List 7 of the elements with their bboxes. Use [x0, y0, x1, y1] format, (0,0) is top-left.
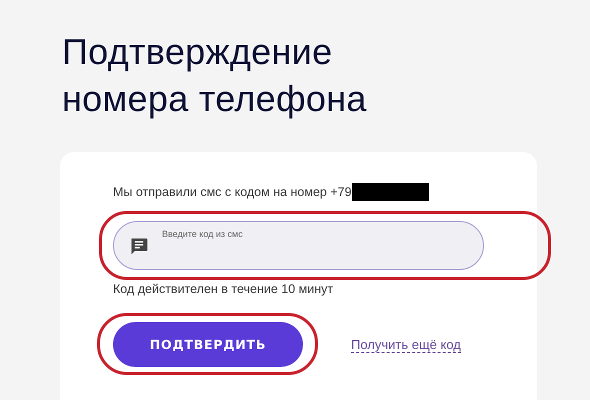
code-validity-hint: Код действителен в течение 10 минут	[113, 282, 334, 296]
message-icon	[129, 236, 149, 256]
page-title: Подтверждение номера телефона	[62, 30, 368, 121]
sms-code-field[interactable]: Введите код из смс	[113, 221, 484, 270]
confirm-button[interactable]: ПОДТВЕРДИТЬ	[113, 322, 303, 367]
sms-sent-message: Мы отправили смс с кодом на номер +79	[113, 185, 352, 199]
resend-code-link[interactable]: Получить ещё код	[351, 336, 461, 352]
